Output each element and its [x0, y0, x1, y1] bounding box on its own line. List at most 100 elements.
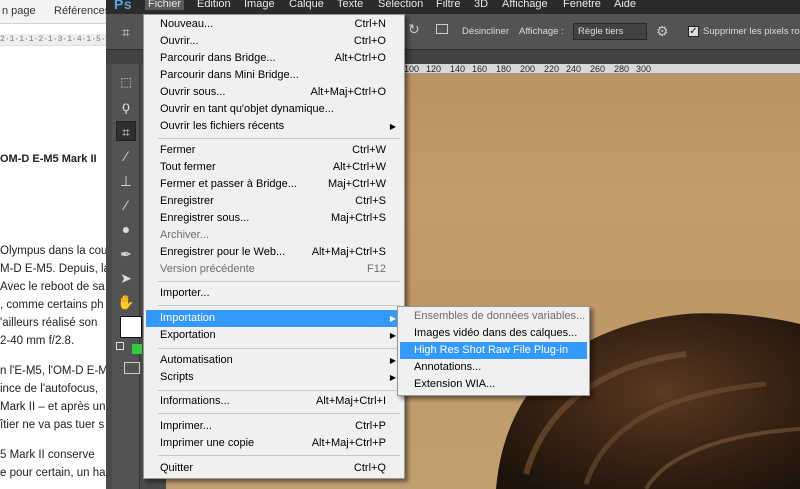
submenu-arrow-icon: ▶: [389, 122, 396, 131]
menu-item-fermer-bridge[interactable]: Fermer et passer à Bridge... Maj+Ctrl+W: [146, 176, 402, 193]
menu-fichier[interactable]: Fichier: [145, 0, 185, 10]
marquee-tool-icon[interactable]: ⬚: [116, 72, 136, 92]
menu-image[interactable]: Image: [244, 0, 275, 10]
ruler-tick-label: 280: [614, 64, 630, 74]
word-text-line: Avec le reboot de sa: [0, 281, 105, 293]
menu-item-ouvrir-objet-dynamique[interactable]: Ouvrir en tant qu'objet dynamique...: [146, 101, 402, 118]
ruler-tick-label: 220: [544, 64, 560, 74]
menu-item-imprimer[interactable]: Imprimer... Ctrl+P: [146, 418, 402, 435]
word-tab-mise-en-page[interactable]: n page: [2, 5, 36, 17]
menu-item-enregistrer-web[interactable]: Enregistrer pour le Web... Alt+Maj+Ctrl+S: [146, 244, 402, 261]
delete-pixels-checkbox[interactable]: ✓: [688, 26, 699, 37]
import-submenu: Ensembles de données variables... Images…: [397, 306, 590, 396]
menu-separator: [158, 390, 400, 391]
file-menu: Nouveau... Ctrl+N Ouvrir... Ctrl+O Parcour…: [143, 14, 405, 479]
ruler-tick-label: 160: [472, 64, 488, 74]
submenu-item-annotations[interactable]: Annotations...: [400, 359, 587, 376]
display-select[interactable]: Règle tiers: [573, 23, 647, 40]
menu-item-importer[interactable]: Importer...: [146, 285, 402, 302]
word-heading: OM-D E-M5 Mark II: [0, 153, 97, 165]
lasso-tool-icon[interactable]: ϙ: [116, 96, 136, 116]
quick-mask-icon[interactable]: [124, 362, 140, 374]
straighten-button[interactable]: Désincliner: [462, 26, 509, 37]
ruler-tick-label: 180: [496, 64, 512, 74]
word-ruler: 2·1·1·1·2·1·3·1·4·1·5·1·6: [0, 34, 106, 46]
foreground-color-swatch[interactable]: [120, 316, 142, 338]
word-text-line: , comme certains ph: [0, 299, 104, 311]
menu-separator: [158, 413, 400, 414]
menu-selection[interactable]: Sélection: [378, 0, 423, 10]
menu-separator: [158, 455, 400, 456]
menu-item-archiver: Archiver...: [160, 229, 209, 241]
menu-item-enregistrer-sous[interactable]: Enregistrer sous... Maj+Ctrl+S: [146, 210, 402, 227]
menu-separator: [158, 138, 400, 139]
word-text-line: M-D E-M5. Depuis, la: [0, 263, 106, 275]
eyedropper-tool-icon[interactable]: ⁄: [116, 146, 136, 166]
menu-item-informations[interactable]: Informations... Alt+Maj+Ctrl+I: [146, 393, 402, 410]
menu-fenetre[interactable]: Fenêtre: [563, 0, 601, 10]
menu-affichage[interactable]: Affichage: [502, 0, 548, 10]
menu-item-scripts[interactable]: Scripts ▶: [146, 369, 402, 386]
menu-texte[interactable]: Texte: [337, 0, 363, 10]
word-text-line: 2-40 mm f/2.8.: [0, 335, 75, 347]
menu-item-automatisation[interactable]: Automatisation ▶: [146, 352, 402, 369]
stamp-tool-icon[interactable]: ⊥: [116, 171, 136, 191]
submenu-item-images-video[interactable]: Images vidéo dans des calques...: [400, 325, 587, 342]
word-text-line: 5 Mark II conserve: [0, 449, 95, 461]
photoshop-logo: Ps: [114, 0, 133, 12]
menu-item-fermer[interactable]: Fermer Ctrl+W: [146, 142, 402, 159]
crop-tool-icon[interactable]: ⌗: [116, 121, 136, 141]
blur-tool-icon[interactable]: ●: [116, 219, 136, 239]
menu-bar: Ps Fichier Edition Image Calque Texte Sé…: [106, 0, 800, 14]
ruler-tick-label: 260: [590, 64, 606, 74]
default-colors-icon[interactable]: [116, 342, 124, 350]
menu-item-quitter[interactable]: Quitter Ctrl+Q: [146, 460, 402, 477]
menu-item-parcourir-mini-bridge[interactable]: Parcourir dans Mini Bridge...: [146, 67, 402, 84]
pen-tool-icon[interactable]: ✒: [116, 244, 136, 264]
ruler-tick-label: 140: [450, 64, 466, 74]
submenu-item-high-res-shot[interactable]: High Res Shot Raw File Plug-in: [400, 342, 587, 359]
straighten-icon[interactable]: [436, 24, 448, 34]
menu-item-enregistrer[interactable]: Enregistrer Ctrl+S: [146, 193, 402, 210]
menu-edition[interactable]: Edition: [197, 0, 231, 10]
submenu-arrow-icon: ▶: [389, 373, 396, 382]
gear-icon[interactable]: ⚙: [656, 23, 669, 40]
word-text-line: îtier ne va pas tuer s: [0, 419, 105, 431]
selection-tool-icon[interactable]: ➤: [116, 268, 136, 288]
menu-item-nouveau[interactable]: Nouveau... Ctrl+N: [146, 16, 402, 33]
menu-item-ouvrir-sous[interactable]: Ouvrir sous... Alt+Maj+Ctrl+O: [146, 84, 402, 101]
submenu-arrow-icon: ▶: [389, 356, 396, 365]
screen: n page Références 2·1·1·1·2·1·3·1·4·1·5·…: [0, 0, 800, 489]
background-color-swatch[interactable]: [132, 344, 142, 354]
delete-pixels-label: Supprimer les pixels rog: [703, 26, 800, 37]
menu-item-imprimer-copie[interactable]: Imprimer une copie Alt+Maj+Ctrl+P: [146, 435, 402, 452]
submenu-arrow-icon: ▶: [389, 331, 396, 340]
word-text-line: 'ailleurs réalisé son: [0, 317, 98, 329]
photoshop-window: Ps Fichier Edition Image Calque Texte Sé…: [106, 0, 800, 489]
word-tab-references[interactable]: Références: [54, 5, 106, 17]
menu-separator: [158, 281, 400, 282]
submenu-arrow-icon: ▶: [389, 314, 396, 323]
ruler-tick-label: 300: [636, 64, 652, 74]
menu-item-exportation[interactable]: Exportation ▶: [146, 327, 402, 344]
ruler-tick-label: 120: [426, 64, 442, 74]
menu-filtre[interactable]: Filtre: [436, 0, 460, 10]
word-text-line: Olympus dans la cou: [0, 245, 106, 257]
menu-item-importation[interactable]: Importation ▶: [146, 310, 402, 327]
submenu-item-donnees-variables: Ensembles de données variables...: [414, 310, 586, 322]
menu-item-tout-fermer[interactable]: Tout fermer Alt+Ctrl+W: [146, 159, 402, 176]
menu-item-fichiers-recents[interactable]: Ouvrir les fichiers récents ▶: [146, 118, 402, 135]
brush-tool-icon[interactable]: ⁄: [116, 195, 136, 215]
reset-icon[interactable]: ↻: [408, 21, 420, 38]
word-ribbon: n page Références: [0, 0, 106, 24]
menu-item-ouvrir[interactable]: Ouvrir... Ctrl+O: [146, 33, 402, 50]
menu-aide[interactable]: Aide: [614, 0, 636, 10]
menu-item-parcourir-bridge[interactable]: Parcourir dans Bridge... Alt+Ctrl+O: [146, 50, 402, 67]
hand-tool-icon[interactable]: ✋: [116, 292, 136, 312]
word-text-line: e pour certain, un ha: [0, 467, 106, 479]
crop-tool-preset-icon[interactable]: ⌗: [116, 22, 136, 42]
menu-calque[interactable]: Calque: [289, 0, 324, 10]
display-label: Affichage :: [519, 26, 564, 37]
menu-3d[interactable]: 3D: [474, 0, 488, 10]
submenu-item-extension-wia[interactable]: Extension WIA...: [400, 376, 587, 393]
